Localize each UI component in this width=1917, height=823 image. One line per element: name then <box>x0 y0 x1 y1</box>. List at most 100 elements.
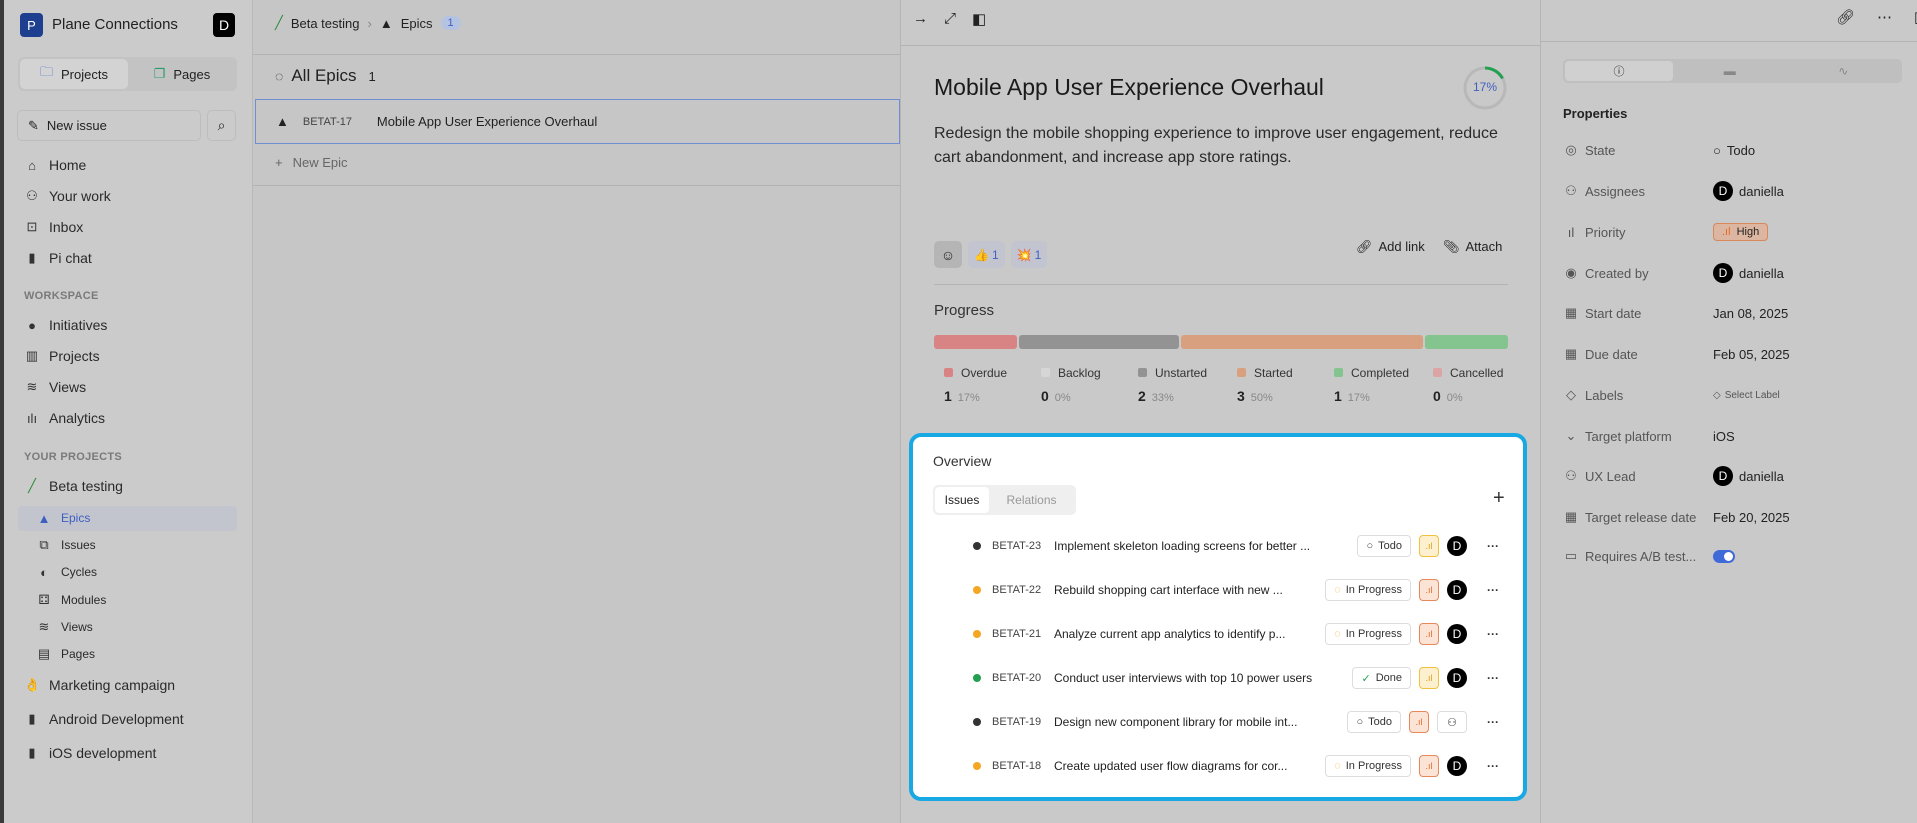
more-icon[interactable]: ··· <box>1483 627 1503 641</box>
activity-icon: ∿ <box>1838 64 1849 78</box>
project-views[interactable]: ≋ Views <box>36 615 93 639</box>
epic-title[interactable]: Mobile App User Experience Overhaul <box>934 74 1324 101</box>
property-value[interactable]: Ddaniella <box>1713 466 1784 486</box>
priority-icon[interactable]: .ıl <box>1419 623 1439 645</box>
property-value[interactable] <box>1713 549 1735 563</box>
priority-icon[interactable]: .ıl <box>1419 667 1439 689</box>
assignee-avatar[interactable]: D <box>1447 624 1467 644</box>
property-value[interactable]: Ddaniella <box>1713 181 1784 201</box>
assignee-avatar[interactable]: D <box>1447 756 1467 776</box>
priority-icon[interactable]: .ıl <box>1419 579 1439 601</box>
issues-icon: ⧉ <box>39 537 49 552</box>
property-value[interactable]: Jan 08, 2025 <box>1713 306 1788 321</box>
tab-issues[interactable]: Issues <box>935 487 989 513</box>
project-modules[interactable]: ⚃ Modules <box>36 588 106 612</box>
add-issue-button[interactable]: + <box>1493 487 1505 510</box>
assignee-avatar[interactable]: D <box>1447 580 1467 600</box>
info-tab[interactable]: ⓘ <box>1565 61 1673 81</box>
side-peek-icon[interactable]: ◧ <box>972 10 986 28</box>
new-epic-button[interactable]: + New Epic <box>275 155 348 170</box>
comments-tab[interactable]: ▬ <box>1673 61 1787 81</box>
reaction-collision[interactable]: 💥 1 <box>1010 241 1048 268</box>
project-epics[interactable]: ▲ Epics <box>36 506 91 530</box>
project-ios[interactable]: ▮ iOS development <box>24 741 156 765</box>
add-link-button[interactable]: 🔗︎ Add link <box>1356 239 1425 255</box>
property-icon: ▭ <box>1564 548 1578 563</box>
more-icon[interactable]: ··· <box>1483 759 1503 773</box>
state-dropdown[interactable]: ✓ Done <box>1352 667 1411 689</box>
progress-segment-started <box>1180 335 1424 349</box>
property-value[interactable]: ◇ Select Label <box>1713 390 1780 401</box>
more-icon[interactable]: ··· <box>1483 539 1503 553</box>
more-icon[interactable]: ⋯ <box>1877 8 1892 26</box>
property-icon: ⚇ <box>1565 468 1577 483</box>
issue-row[interactable]: BETAT-19 Design new component library fo… <box>973 707 1503 737</box>
window-edge <box>0 0 4 823</box>
nav-analytics[interactable]: ılı Analytics <box>24 406 105 430</box>
tab-relations[interactable]: Relations <box>989 487 1074 513</box>
issue-row[interactable]: BETAT-21 Analyze current app analytics t… <box>973 619 1503 649</box>
toggle-switch[interactable] <box>1713 549 1735 563</box>
cycle-icon: ◐ <box>40 564 48 580</box>
issue-row[interactable]: BETAT-20 Conduct user interviews with to… <box>973 663 1503 693</box>
project-issues[interactable]: ⧉ Issues <box>36 533 95 557</box>
user-avatar[interactable]: D <box>213 13 235 37</box>
property-value[interactable]: ○ Todo <box>1713 143 1755 158</box>
nav-initiatives[interactable]: ● Initiatives <box>24 313 107 337</box>
nav-your-work[interactable]: ⚇ Your work <box>24 184 111 208</box>
epic-row[interactable]: ▲ BETAT-17 Mobile App User Experience Ov… <box>255 99 900 144</box>
more-icon[interactable]: ··· <box>1483 715 1503 729</box>
breadcrumb: ╱ Beta testing › ▲ Epics 1 <box>275 15 461 31</box>
project-marketing[interactable]: 👌 Marketing campaign <box>24 673 175 697</box>
nav-views[interactable]: ≋ Views <box>24 375 87 399</box>
project-cycles[interactable]: ◐ Cycles <box>36 560 97 584</box>
breadcrumb-project[interactable]: Beta testing <box>291 16 360 31</box>
search-button[interactable]: ⌕ <box>207 110 236 141</box>
expand-icon[interactable]: ⤢ <box>944 10 956 28</box>
property-value[interactable]: Feb 20, 2025 <box>1713 510 1790 525</box>
property-value[interactable]: Ddaniella <box>1713 263 1784 283</box>
property-value[interactable]: iOS <box>1713 429 1735 444</box>
reaction-thumbs-up[interactable]: 👍 1 <box>968 241 1005 268</box>
priority-icon[interactable]: .ıl <box>1409 711 1429 733</box>
nav-home[interactable]: ⌂ Home <box>24 153 86 177</box>
tab-pages[interactable]: ❐ Pages <box>128 59 236 89</box>
arrow-right-icon[interactable]: → <box>913 10 928 28</box>
assignee-avatar[interactable]: D <box>1447 668 1467 688</box>
assignee-empty-icon[interactable]: ⚇ <box>1437 711 1467 733</box>
state-dropdown[interactable]: ○ Todo <box>1347 711 1401 733</box>
user-avatar: D <box>1713 181 1733 201</box>
issue-row[interactable]: BETAT-22 Rebuild shopping cart interface… <box>973 575 1503 605</box>
property-value[interactable]: .ıl High <box>1713 223 1769 241</box>
state-dropdown[interactable]: ◌ In Progress <box>1325 579 1411 601</box>
priority-icon[interactable]: .ıl <box>1419 755 1439 777</box>
link-icon[interactable]: 🔗︎ <box>1836 8 1855 26</box>
attach-button[interactable]: 📎︎ Attach <box>1443 239 1502 255</box>
add-reaction-button[interactable]: ☺ <box>934 241 962 268</box>
nav-projects[interactable]: ▥ Projects <box>24 344 100 368</box>
priority-icon[interactable]: .ıl <box>1419 535 1439 557</box>
new-issue-button[interactable]: ✎ New issue <box>17 110 201 141</box>
nav-pi-chat[interactable]: ▮ Pi chat <box>24 246 91 270</box>
state-dropdown[interactable]: ◌ In Progress <box>1325 623 1411 645</box>
more-icon[interactable]: ··· <box>1483 671 1503 685</box>
nav-inbox[interactable]: ⊡ Inbox <box>24 215 84 239</box>
more-icon[interactable]: ··· <box>1483 583 1503 597</box>
tag-icon: ◇ <box>1713 389 1721 401</box>
activity-tab[interactable]: ∿ <box>1787 61 1901 81</box>
project-pages[interactable]: ▤ Pages <box>36 642 95 666</box>
state-dropdown[interactable]: ◌ In Progress <box>1325 755 1411 777</box>
tab-projects[interactable]: 🗀 Projects <box>20 59 128 89</box>
project-android[interactable]: ▮ Android Development <box>24 707 183 731</box>
issue-row[interactable]: BETAT-18 Create updated user flow diagra… <box>973 751 1503 781</box>
epic-description[interactable]: Redesign the mobile shopping experience … <box>934 122 1514 170</box>
state-dropdown[interactable]: ○ Todo <box>1357 535 1411 557</box>
property-value[interactable]: Feb 05, 2025 <box>1713 347 1790 362</box>
issue-row[interactable]: BETAT-23 Implement skeleton loading scre… <box>973 531 1503 561</box>
breadcrumb-epics[interactable]: Epics <box>401 16 433 31</box>
state-icon: ✓ <box>1361 672 1371 685</box>
workspace-name[interactable]: Plane Connections <box>52 16 178 33</box>
legend-overdue: Overdue 1 17% <box>944 366 1008 404</box>
project-beta-testing[interactable]: ╱ Beta testing <box>24 474 123 498</box>
assignee-avatar[interactable]: D <box>1447 536 1467 556</box>
